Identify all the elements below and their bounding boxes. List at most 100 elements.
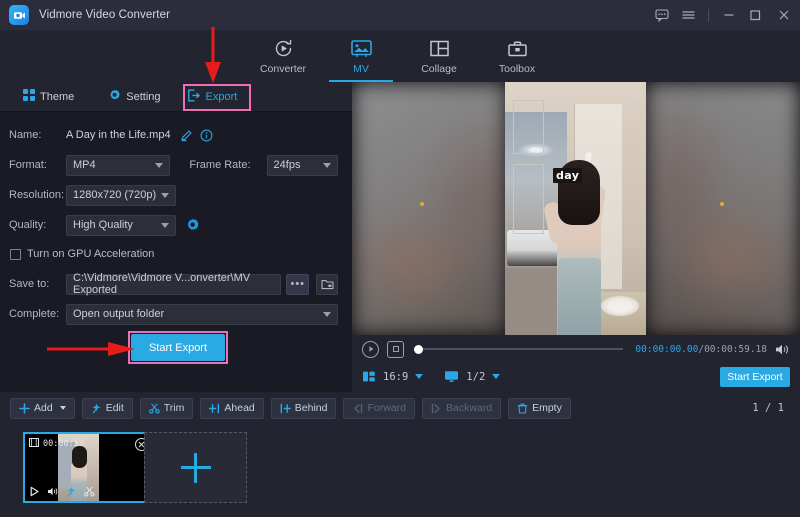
- chevron-down-icon: [323, 163, 331, 168]
- preview-overlay-text: day: [553, 168, 582, 183]
- player-controls: 00:00:00.00/00:00:59.18 16:9 1/2 Start E…: [352, 335, 800, 392]
- toolbar-button-empty[interactable]: Empty: [508, 398, 571, 419]
- feedback-button[interactable]: [649, 0, 675, 30]
- nav-label-mv: MV: [353, 63, 369, 75]
- browse-button[interactable]: •••: [286, 274, 309, 295]
- toolbar-label-edit: Edit: [106, 402, 124, 414]
- aspect-chevron-down-icon[interactable]: [415, 374, 423, 379]
- clip-play-icon[interactable]: [29, 486, 40, 497]
- frame-rate-label: Frame Rate:: [189, 159, 250, 171]
- complete-label: Complete:: [9, 308, 66, 320]
- start-export-button-left[interactable]: Start Export: [131, 334, 225, 361]
- progress-slider[interactable]: [416, 348, 623, 350]
- toolbar-button-trim[interactable]: Trim: [140, 398, 194, 419]
- save-to-row: Save to: C:\Vidmore\Vidmore V...onverter…: [9, 271, 338, 297]
- quality-select[interactable]: High Quality: [66, 215, 176, 236]
- title-bar: Vidmore Video Converter: [0, 0, 800, 30]
- add-clip-placeholder[interactable]: [144, 432, 247, 503]
- frame-rate-value: 24fps: [274, 159, 301, 171]
- toolbar-button-behind[interactable]: Behind: [271, 398, 337, 419]
- tab-theme-label: Theme: [40, 91, 74, 103]
- toolbox-icon: [507, 38, 528, 60]
- export-arrow-icon: [187, 89, 201, 105]
- titlebar-divider: [708, 9, 709, 22]
- menu-button[interactable]: [675, 0, 701, 30]
- open-folder-button[interactable]: [316, 274, 338, 295]
- tab-export[interactable]: Export: [178, 82, 247, 112]
- volume-button[interactable]: [775, 343, 790, 356]
- preview-blur-left: [352, 82, 507, 335]
- annotation-arrow-right: [46, 338, 136, 360]
- start-export-button-right[interactable]: Start Export: [720, 367, 790, 387]
- play-button[interactable]: [362, 341, 379, 358]
- chevron-down-icon: [161, 223, 169, 228]
- video-preview[interactable]: day: [352, 82, 800, 335]
- advanced-settings-gear-icon[interactable]: [185, 218, 200, 233]
- toolbar-button-backward: Backward: [422, 398, 501, 419]
- chevron-down-icon: [161, 193, 169, 198]
- gpu-acceleration-row[interactable]: Turn on GPU Acceleration: [10, 242, 338, 266]
- name-label: Name:: [9, 129, 66, 141]
- preview-video-frame: day: [505, 82, 646, 335]
- nav-item-toolbox[interactable]: Toolbox: [478, 30, 556, 82]
- stop-button[interactable]: [387, 341, 404, 358]
- screen-chevron-down-icon[interactable]: [492, 374, 500, 379]
- toolbar-button-ahead[interactable]: Ahead: [200, 398, 263, 419]
- current-time: 00:00:00.00: [635, 344, 698, 355]
- clip-duration: 00:00:59: [43, 439, 84, 449]
- add-chevron-down-icon[interactable]: [60, 406, 66, 410]
- complete-row: Complete: Open output folder: [9, 301, 338, 327]
- toolbar-label-trim: Trim: [164, 402, 185, 414]
- tab-theme[interactable]: Theme: [14, 82, 83, 112]
- preview-marker-dot-right: [720, 202, 724, 206]
- resolution-select[interactable]: 1280x720 (720p): [66, 185, 176, 206]
- toolbar-button-add[interactable]: Add: [10, 398, 75, 419]
- format-value: MP4: [73, 159, 96, 171]
- nav-item-converter[interactable]: Converter: [244, 30, 322, 82]
- toolbar-button-forward: Forward: [343, 398, 415, 419]
- progress-knob[interactable]: [414, 345, 423, 354]
- resolution-value: 1280x720 (720p): [73, 189, 156, 201]
- tab-export-label: Export: [206, 91, 238, 103]
- aspect-ratio-value: 16:9: [383, 371, 408, 383]
- complete-value: Open output folder: [73, 308, 164, 320]
- quality-value: High Quality: [73, 219, 133, 231]
- toolbar-label-forward: Forward: [367, 402, 406, 414]
- maximize-button[interactable]: [742, 0, 768, 30]
- toolbar-button-edit[interactable]: Edit: [82, 398, 133, 419]
- clip-trim-icon[interactable]: [84, 486, 95, 497]
- gear-icon: [108, 89, 121, 105]
- aspect-ratio-icon[interactable]: [362, 370, 376, 383]
- gpu-label: Turn on GPU Acceleration: [27, 248, 154, 260]
- gpu-checkbox[interactable]: [10, 249, 21, 260]
- quality-row: Quality: High Quality: [9, 212, 338, 238]
- format-select[interactable]: MP4: [66, 155, 170, 176]
- timeline-clip-item[interactable]: 00:00:59: [23, 432, 155, 503]
- pencil-icon[interactable]: [180, 129, 193, 142]
- nav-label-converter: Converter: [260, 63, 306, 75]
- save-to-path-field[interactable]: C:\Vidmore\Vidmore V...onverter\MV Expor…: [66, 274, 281, 295]
- window-controls: [649, 0, 800, 30]
- monitor-icon[interactable]: [444, 370, 459, 383]
- insert-ahead-icon: [209, 403, 220, 414]
- format-row: Format: MP4 Frame Rate: 24fps: [9, 152, 338, 178]
- edit-toolbar: Add Edit Trim Ahead Behind: [0, 392, 800, 424]
- frame-rate-select[interactable]: 24fps: [267, 155, 338, 176]
- info-circle-icon[interactable]: [200, 129, 213, 142]
- complete-select[interactable]: Open output folder: [66, 304, 338, 325]
- clip-actions: [29, 486, 95, 497]
- save-to-label: Save to:: [9, 278, 66, 290]
- quality-label: Quality:: [9, 219, 66, 231]
- scissors-icon: [149, 403, 160, 414]
- nav-item-mv[interactable]: MV: [322, 30, 400, 82]
- clip-effect-icon[interactable]: [66, 486, 77, 497]
- screen-split-value: 1/2: [466, 371, 485, 383]
- plus-icon: [181, 453, 211, 483]
- tab-setting[interactable]: Setting: [99, 82, 169, 112]
- clip-volume-icon[interactable]: [47, 486, 59, 497]
- nav-item-collage[interactable]: Collage: [400, 30, 478, 82]
- app-title: Vidmore Video Converter: [39, 9, 170, 21]
- minimize-button[interactable]: [716, 0, 742, 30]
- main-navigation: Converter MV Collage Toolbox: [0, 30, 800, 82]
- close-button[interactable]: [768, 0, 800, 30]
